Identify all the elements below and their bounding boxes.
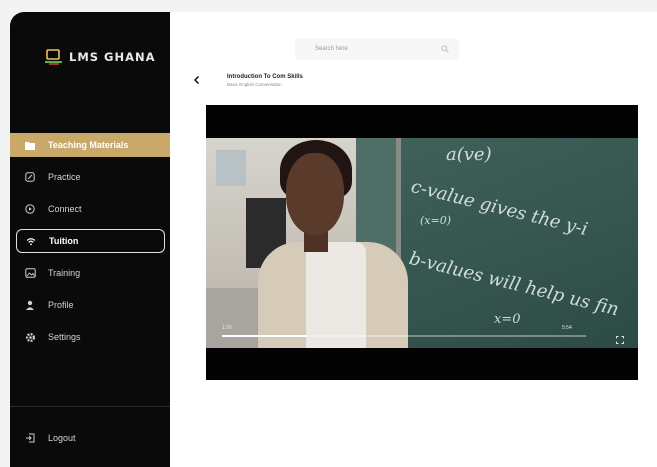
elapsed-time: 1:26	[222, 325, 232, 331]
folder-icon	[24, 139, 36, 151]
search-icon[interactable]	[441, 40, 449, 58]
sidebar-item-tuition[interactable]: Tuition	[16, 229, 165, 253]
app-frame: LMS GHANA Teaching Materials Practice Co…	[10, 12, 657, 467]
search-input[interactable]: Search here	[295, 38, 459, 60]
sidebar-item-practice[interactable]: Practice	[10, 165, 170, 189]
video-frame: a(ve) c-value gives the y-i (x=0) b-valu…	[206, 138, 638, 348]
chalk-text: a(ve)	[446, 144, 492, 165]
sidebar-item-settings[interactable]: Settings	[10, 325, 170, 349]
lesson-header: Introduction To Com Skills Basic English…	[227, 74, 303, 87]
teacher-face	[286, 153, 344, 235]
sidebar-item-label: Teaching Materials	[48, 140, 129, 150]
sidebar-item-label: Training	[48, 268, 81, 278]
progress-bar[interactable]	[222, 335, 586, 337]
sidebar-item-label: Connect	[48, 204, 82, 214]
image-icon	[24, 267, 36, 279]
sidebar-item-connect[interactable]: Connect	[10, 197, 170, 221]
main-content: Search here Introduction To Com Skills B…	[170, 12, 657, 467]
sidebar-item-label: Tuition	[49, 236, 79, 246]
duration-time: 5:54	[562, 325, 572, 331]
sidebar-item-label: Settings	[48, 332, 81, 342]
brand-name: LMS GHANA	[69, 50, 156, 64]
wifi-icon	[25, 235, 37, 247]
back-arrow-icon[interactable]	[192, 72, 202, 85]
lesson-subtitle: Basic English Conversation	[227, 82, 282, 87]
sidebar-item-training[interactable]: Training	[10, 261, 170, 285]
sidebar-nav: Teaching Materials Practice Connect Tuit…	[10, 133, 170, 357]
chalk-text: x=0	[494, 312, 521, 327]
search-placeholder: Search here	[315, 46, 348, 52]
gear-icon	[24, 331, 36, 343]
logout-icon	[24, 432, 36, 444]
sidebar-divider	[10, 406, 170, 407]
graduation-cap-logo-icon	[44, 48, 64, 66]
sidebar-item-label: Practice	[48, 172, 81, 182]
play-circle-icon	[24, 203, 36, 215]
logo[interactable]: LMS GHANA	[44, 48, 156, 66]
logout-button[interactable]: Logout	[10, 426, 170, 450]
sidebar: LMS GHANA Teaching Materials Practice Co…	[10, 12, 170, 467]
sidebar-item-profile[interactable]: Profile	[10, 293, 170, 317]
sidebar-item-teaching-materials[interactable]: Teaching Materials	[10, 133, 170, 157]
lesson-title: Introduction To Com Skills	[227, 74, 303, 80]
chalk-text: (x=0)	[420, 214, 452, 227]
teacher-blouse	[306, 242, 366, 348]
wall-poster	[216, 150, 246, 186]
video-player[interactable]: a(ve) c-value gives the y-i (x=0) b-valu…	[206, 105, 638, 380]
logout-label: Logout	[48, 433, 76, 443]
logout-container: Logout	[10, 426, 170, 458]
fullscreen-icon[interactable]	[616, 331, 624, 344]
user-icon	[24, 299, 36, 311]
sidebar-item-label: Profile	[48, 300, 74, 310]
progress-fill	[222, 335, 306, 337]
edit-icon	[24, 171, 36, 183]
